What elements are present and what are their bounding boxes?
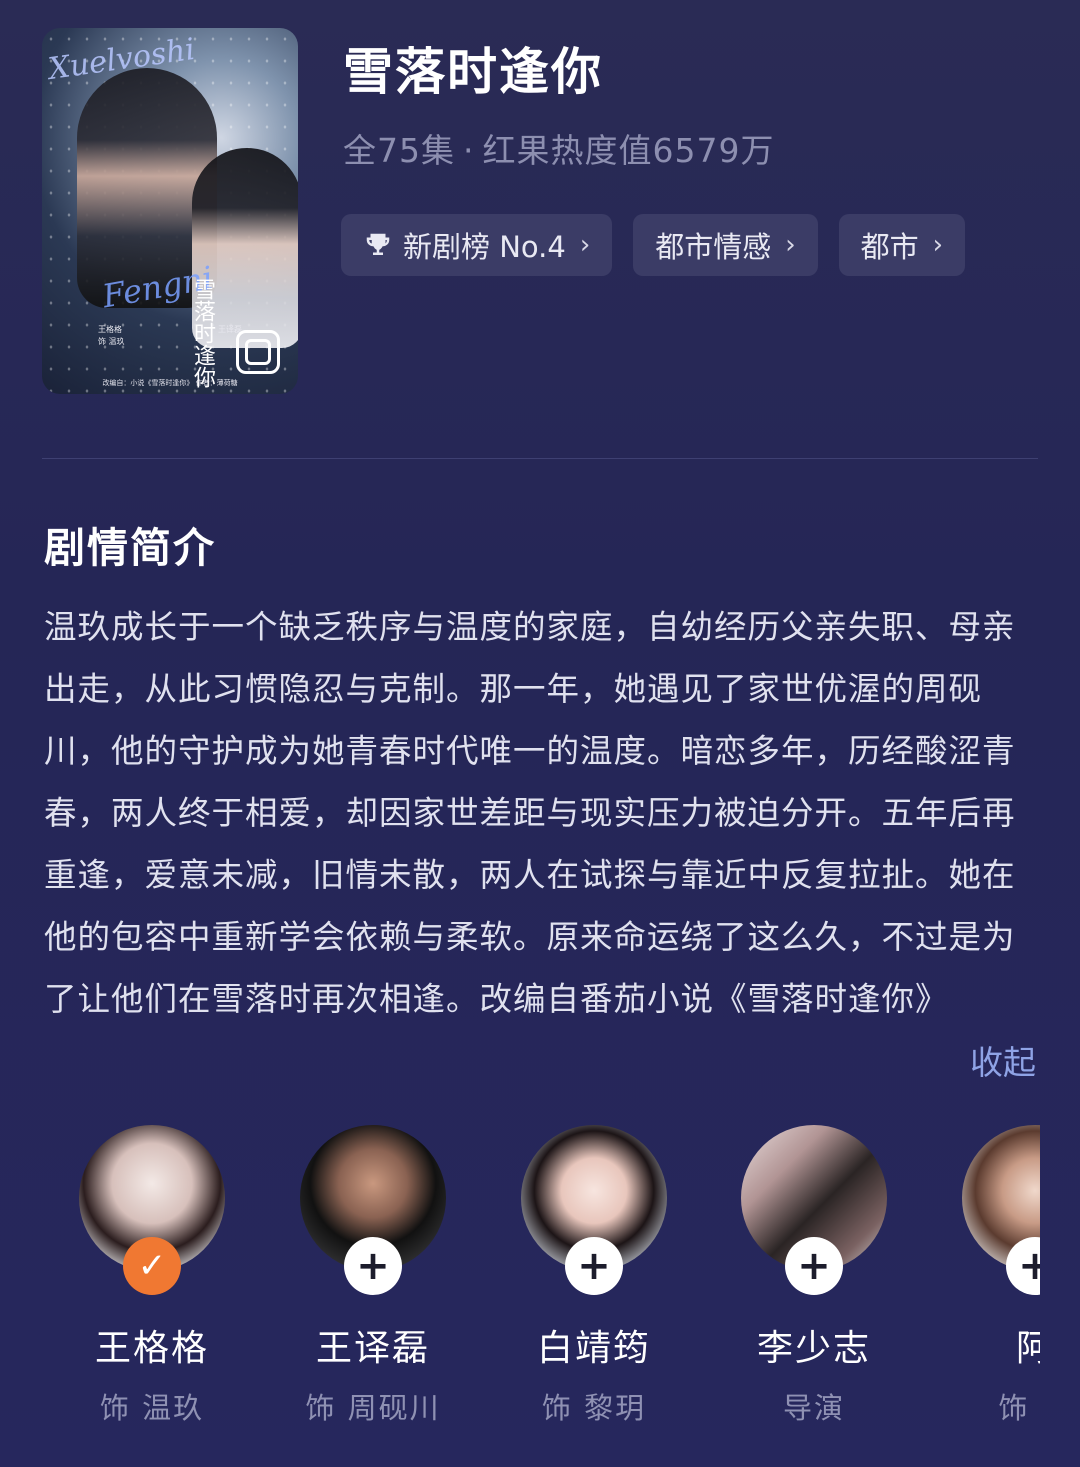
tag-urban-romance[interactable]: 都市情感 › [633, 214, 818, 276]
cast-role: 饰 黎玥 [541, 1391, 647, 1425]
cast-name: 王译磊 [315, 1328, 430, 1369]
synopsis-heading: 剧情简介 [44, 524, 216, 572]
cast-role: 导演 [782, 1391, 845, 1425]
tag-urban[interactable]: 都市 › [838, 214, 966, 276]
cast-member[interactable]: + 李少志 导演 [704, 1125, 924, 1427]
tag-label: 新剧榜 No.4 [403, 230, 566, 264]
plus-icon[interactable]: + [565, 1237, 623, 1295]
cast-list: ✓ 王格格 饰 温玖 + 王译磊 饰 周砚川 + 白靖筠 饰 黎玥 + 李少志 … [0, 1125, 1040, 1435]
plus-icon[interactable]: + [344, 1237, 402, 1295]
episode-count: 全75集 [343, 131, 455, 170]
chevron-right-icon: › [932, 230, 944, 260]
tag-new-drama-rank[interactable]: 新剧榜 No.4 › [341, 214, 613, 276]
tag-label: 都市 [860, 230, 919, 264]
cast-name: 王格格 [94, 1328, 209, 1369]
plus-icon[interactable]: + [785, 1237, 843, 1295]
meta-separator: · [463, 131, 475, 170]
cast-member[interactable]: + 王译磊 饰 周砚川 [263, 1125, 483, 1427]
heat-value: 红果热度值6579万 [482, 131, 775, 170]
cast-name: 李少志 [756, 1328, 871, 1369]
synopsis-text: 温玖成长于一个缺乏秩序与温度的家庭，自幼经历父亲失职、母亲出走，从此习惯隐忍与克… [44, 608, 1016, 1018]
chevron-right-icon: › [785, 230, 796, 260]
cast-name: 白靖筠 [536, 1328, 651, 1369]
cast-member[interactable]: + 白靖筠 饰 黎玥 [484, 1125, 704, 1427]
gallery-icon[interactable] [236, 330, 280, 374]
poster-footer: 改编自：小说《雪落时逢你》 作者：薄荷糖 [102, 379, 238, 387]
cast-name: 阿 [1015, 1328, 1040, 1369]
trophy-icon [366, 233, 390, 255]
tag-row: 新剧榜 No.4 › 都市情感 › 都市 › [341, 214, 966, 276]
poster-credit-left: 王格格 [98, 325, 122, 334]
cast-member[interactable]: ✓ 王格格 饰 温玖 [42, 1125, 262, 1427]
check-icon[interactable]: ✓ [123, 1237, 181, 1295]
drama-meta: 全75集 · 红果热度值6579万 [343, 124, 774, 172]
chevron-right-icon: › [579, 230, 591, 260]
cast-role: 饰 材 [998, 1391, 1040, 1425]
section-divider [42, 458, 1038, 459]
drama-title: 雪落时逢你 [343, 43, 603, 101]
cast-role: 饰 周砚川 [305, 1391, 441, 1425]
tag-label: 都市情感 [655, 230, 772, 264]
collapse-link[interactable]: 收起 [970, 1036, 1036, 1084]
drama-poster[interactable]: Xuelvoshi Fengni 雪落时逢你 王格格 饰 温玖 王译磊 改编自：… [42, 28, 298, 394]
cast-role: 饰 温玖 [99, 1391, 205, 1425]
poster-cn-title: 雪落时逢你 [190, 278, 215, 388]
poster-credit-left-role: 饰 温玖 [98, 337, 125, 346]
cast-member[interactable]: + 阿 饰 材 [925, 1125, 1040, 1427]
